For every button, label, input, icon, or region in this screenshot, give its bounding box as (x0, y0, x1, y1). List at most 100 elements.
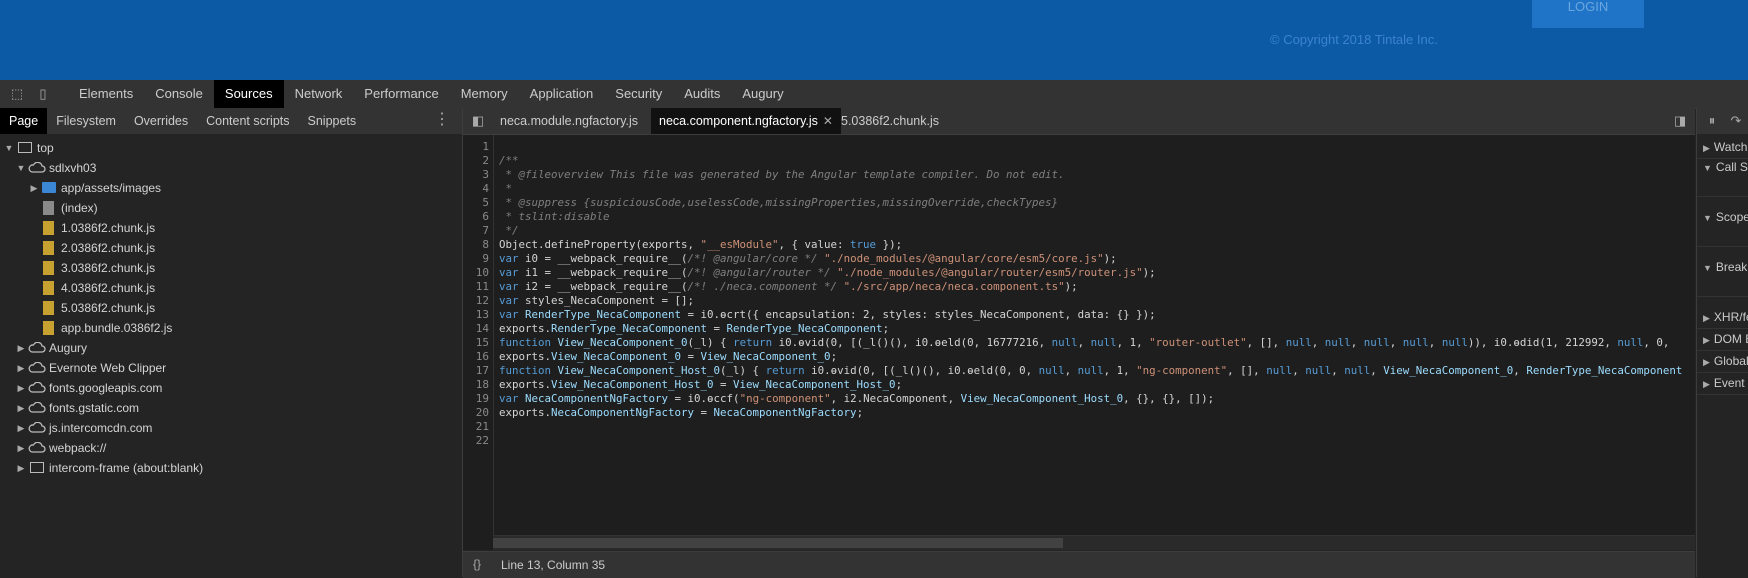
caret-down-icon[interactable]: ▼ (4, 138, 14, 158)
tree-item-intercomcdn[interactable]: ▶ js.intercomcdn.com (0, 418, 462, 438)
line-number[interactable]: 20 (476, 406, 489, 419)
tree-item-intercom-frame[interactable]: ▶ intercom-frame (about:blank) (0, 458, 462, 478)
tab-content-scripts[interactable]: Content scripts (197, 108, 298, 134)
section-scope[interactable]: ▼ Scope (1697, 206, 1748, 247)
tree-item-evernote[interactable]: ▶ Evernote Web Clipper (0, 358, 462, 378)
tree-item-file[interactable]: app.bundle.0386f2.js (0, 318, 462, 338)
login-button[interactable]: LOGIN (1532, 0, 1644, 28)
tree-item-index[interactable]: (index) (0, 198, 462, 218)
section-breakpoints[interactable]: ▼Breakpoints (1697, 256, 1748, 297)
script-file-icon (43, 301, 54, 315)
section-label: Breakpoints (1715, 260, 1748, 274)
pretty-print-icon[interactable]: {} (473, 557, 481, 571)
tab-filesystem[interactable]: Filesystem (47, 108, 125, 134)
section-global-listeners[interactable]: ▶Global Listeners (1697, 350, 1748, 373)
line-number[interactable]: 5 (482, 196, 489, 209)
editor-tab[interactable]: 5.0386f2.chunk.js (833, 108, 947, 134)
tab-elements[interactable]: Elements (68, 80, 144, 108)
tree-item-file[interactable]: 5.0386f2.chunk.js (0, 298, 462, 318)
line-number[interactable]: 16 (476, 350, 489, 363)
tab-augury[interactable]: Augury (731, 80, 794, 108)
tree-item-file[interactable]: 1.0386f2.chunk.js (0, 218, 462, 238)
cloud-icon (28, 382, 46, 393)
tree-item-gstatic[interactable]: ▶ fonts.gstatic.com (0, 398, 462, 418)
caret-right-icon[interactable]: ▶ (16, 418, 26, 438)
line-number[interactable]: 8 (482, 238, 489, 251)
line-number[interactable]: 13 (476, 308, 489, 321)
toggle-navigator-icon[interactable]: ◧ (471, 114, 485, 128)
editor-tab-active[interactable]: neca.component.ngfactory.js ✕ (651, 108, 841, 134)
tree-item-label: fonts.googleapis.com (49, 381, 163, 395)
line-number[interactable]: 6 (482, 210, 489, 223)
tree-item-file[interactable]: 3.0386f2.chunk.js (0, 258, 462, 278)
more-options-icon[interactable]: ⋮ (434, 112, 450, 128)
section-dom-breakpoints[interactable]: ▶DOM Breakpoints (1697, 328, 1748, 351)
section-call-stack[interactable]: ▼Call Stack (1697, 156, 1748, 197)
tab-page[interactable]: Page (0, 108, 48, 134)
section-event-listener-breakpoints[interactable]: ▶Event Listener Breakpoints (1697, 372, 1748, 395)
tab-memory[interactable]: Memory (450, 80, 519, 108)
line-number[interactable]: 1 (482, 140, 489, 153)
caret-right-icon[interactable]: ▶ (16, 398, 26, 418)
line-number[interactable]: 18 (476, 378, 489, 391)
cloud-icon (28, 342, 46, 353)
tab-application[interactable]: Application (519, 80, 605, 108)
toggle-debugger-icon[interactable]: ◨ (1673, 114, 1687, 128)
tab-overrides[interactable]: Overrides (125, 108, 197, 134)
tab-snippets[interactable]: Snippets (299, 108, 366, 134)
line-number[interactable]: 14 (476, 322, 489, 335)
code-line: exports.RenderType_NecaComponent = Rende… (499, 322, 890, 335)
line-number[interactable]: 7 (482, 224, 489, 237)
device-toolbar-icon[interactable]: ▯ (36, 87, 50, 101)
tree-item-googleapis[interactable]: ▶ fonts.googleapis.com (0, 378, 462, 398)
line-number[interactable]: 10 (476, 266, 489, 279)
line-gutter[interactable]: 1 2 3 4 5 6 7 8 9 10 11 12 13 14 15 16 17 18 19 20 21 22 (463, 135, 494, 550)
section-xhr-breakpoints[interactable]: ▶XHR/fetch Breakpoints (1697, 306, 1748, 329)
tree-item-label: app/assets/images (61, 181, 162, 195)
caret-right-icon[interactable]: ▶ (16, 358, 26, 378)
line-number[interactable]: 17 (476, 364, 489, 377)
line-number[interactable]: 21 (476, 420, 489, 433)
caret-right-icon[interactable]: ▶ (16, 338, 26, 358)
tree-item-file[interactable]: 2.0386f2.chunk.js (0, 238, 462, 258)
tree-item-augury[interactable]: ▶ Augury (0, 338, 462, 358)
tab-sources[interactable]: Sources (213, 80, 284, 108)
horizontal-scrollbar[interactable] (493, 535, 1695, 550)
line-number[interactable]: 9 (482, 252, 489, 265)
caret-right-icon[interactable]: ▶ (16, 378, 26, 398)
tab-audits[interactable]: Audits (673, 80, 731, 108)
tree-item-file[interactable]: 4.0386f2.chunk.js (0, 278, 462, 298)
tree-item-top[interactable]: ▼ top (0, 138, 462, 158)
caret-right-icon[interactable]: ▶ (29, 178, 39, 198)
tree-item-webpack[interactable]: ▶ webpack:// (0, 438, 462, 458)
tree-item-sdlxvh03[interactable]: ▼ sdlxvh03 (0, 158, 462, 178)
tree-item-assets-folder[interactable]: ▶ app/assets/images (0, 178, 462, 198)
editor-tab[interactable]: neca.module.ngfactory.js (492, 108, 646, 134)
tab-network[interactable]: Network (284, 80, 354, 108)
caret-down-icon[interactable]: ▼ (16, 158, 26, 178)
frame-icon (18, 142, 32, 153)
line-number[interactable]: 11 (476, 280, 489, 293)
line-number[interactable]: 2 (482, 154, 489, 167)
cloud-icon (28, 422, 46, 433)
line-number[interactable]: 3 (482, 168, 489, 181)
pause-icon[interactable]: ⏸ (1705, 114, 1719, 128)
line-number[interactable]: 22 (476, 434, 489, 447)
scrollbar-thumb[interactable] (493, 538, 1063, 548)
line-number[interactable]: 4 (482, 182, 489, 195)
tab-security[interactable]: Security (604, 80, 673, 108)
step-over-icon[interactable]: ↷ (1729, 114, 1743, 128)
line-number[interactable]: 12 (476, 294, 489, 307)
caret-right-icon[interactable]: ▶ (16, 438, 26, 458)
tree-item-label: (index) (61, 201, 98, 215)
inspect-element-icon[interactable]: ⬚ (10, 87, 24, 101)
close-icon[interactable]: ✕ (823, 114, 833, 128)
code-line: var i0 = __webpack_require__(/*! @angula… (499, 252, 1117, 265)
caret-right-icon[interactable]: ▶ (16, 458, 26, 478)
line-number[interactable]: 15 (476, 336, 489, 349)
section-label: Global Listeners (1713, 354, 1748, 368)
tab-console[interactable]: Console (144, 80, 214, 108)
code-editor[interactable]: 1 2 3 4 5 6 7 8 9 10 11 12 13 14 15 16 17 18 19 20 21 22 /** … (463, 135, 1695, 550)
tab-performance[interactable]: Performance (353, 80, 449, 108)
line-number[interactable]: 19 (476, 392, 489, 405)
